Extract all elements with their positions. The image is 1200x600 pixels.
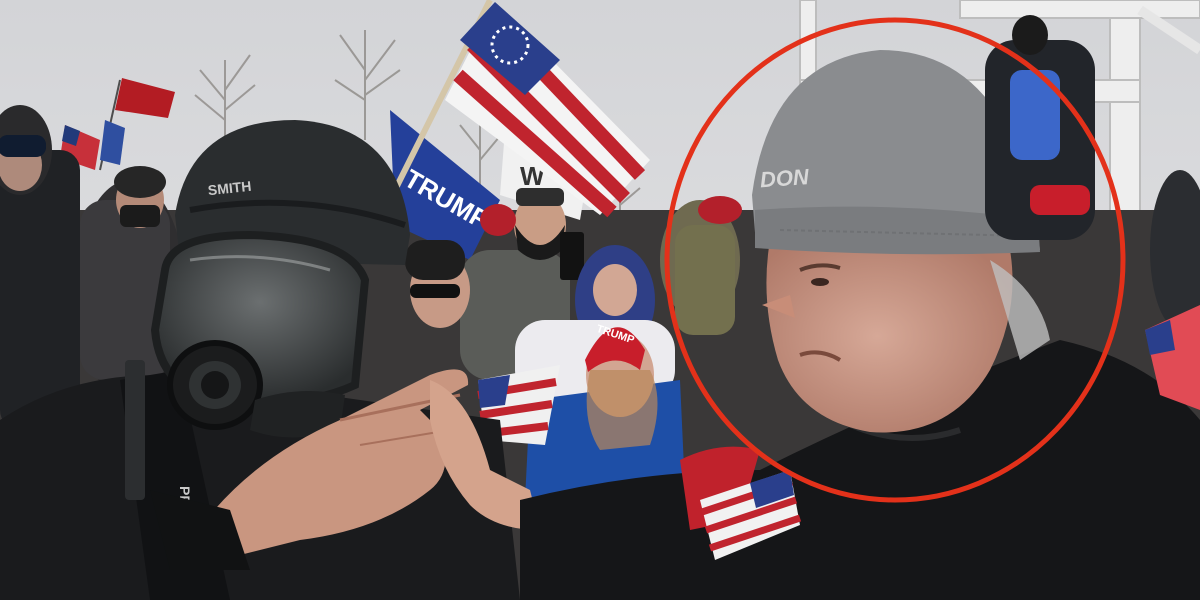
- beanie-text: DON: [759, 164, 811, 192]
- photo-illustration: TRUMP W TRUMP SMITH DON: [0, 0, 1200, 600]
- left-edge-person: [0, 105, 80, 430]
- photo-scene: TRUMP W TRUMP SMITH DON: [0, 0, 1200, 600]
